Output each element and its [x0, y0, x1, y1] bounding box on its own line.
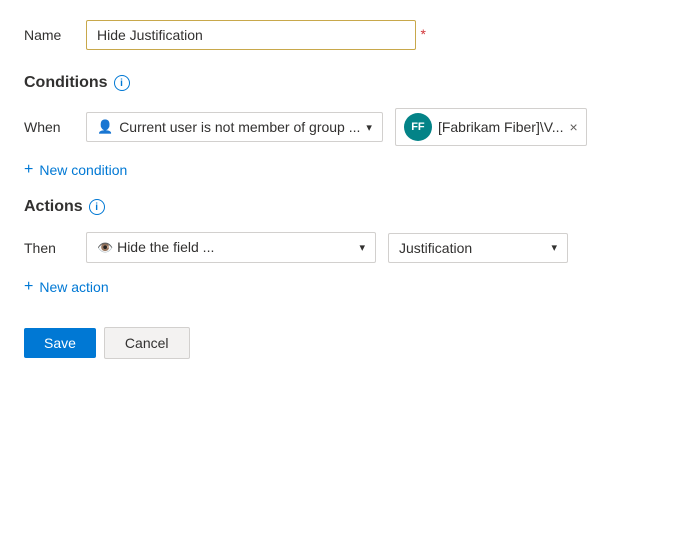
conditions-info-icon[interactable]: i: [114, 75, 130, 91]
new-action-plus-icon: +: [24, 279, 33, 295]
name-label: Name: [24, 27, 74, 43]
when-row: When 👤 Current user is not member of gro…: [24, 108, 676, 146]
condition-dropdown[interactable]: 👤 Current user is not member of group ..…: [86, 112, 383, 142]
group-badge-close-icon[interactable]: ×: [569, 119, 577, 135]
new-action-row[interactable]: + New action: [24, 279, 676, 295]
action-dropdown[interactable]: 👁️ Hide the field ... ▾: [86, 232, 376, 263]
then-row: Then 👁️ Hide the field ... ▾ Justificati…: [24, 232, 676, 263]
condition-dropdown-left: 👤 Current user is not member of group ..…: [97, 119, 360, 135]
new-condition-row[interactable]: + New condition: [24, 162, 676, 178]
justification-chevron-icon: ▾: [551, 241, 557, 254]
action-dropdown-text: Hide the field ...: [117, 239, 214, 255]
conditions-section: Conditions i When 👤 Current user is not …: [24, 74, 676, 178]
condition-dropdown-text: Current user is not member of group ...: [119, 119, 360, 135]
group-badge: FF [Fabrikam Fiber]\V... ×: [395, 108, 587, 146]
actions-title: Actions: [24, 198, 83, 216]
new-condition-plus-icon: +: [24, 162, 33, 178]
justification-dropdown-text: Justification: [399, 240, 472, 256]
actions-section: Actions i Then 👁️ Hide the field ... ▾ J…: [24, 198, 676, 295]
actions-info-icon[interactable]: i: [89, 199, 105, 215]
name-input[interactable]: [86, 20, 416, 50]
then-label: Then: [24, 240, 74, 256]
person-icon: 👤: [97, 119, 113, 135]
conditions-header: Conditions i: [24, 74, 676, 92]
name-input-wrapper: *: [86, 20, 416, 50]
buttons-row: Save Cancel: [24, 327, 676, 359]
when-label: When: [24, 119, 74, 135]
group-badge-text: [Fabrikam Fiber]\V...: [438, 119, 564, 135]
conditions-title: Conditions: [24, 74, 108, 92]
action-chevron-icon: ▾: [359, 241, 365, 254]
save-button[interactable]: Save: [24, 328, 96, 358]
actions-header: Actions i: [24, 198, 676, 216]
group-avatar: FF: [404, 113, 432, 141]
required-marker: *: [421, 26, 426, 42]
name-row: Name *: [24, 20, 676, 50]
hide-field-icon: 👁️: [97, 240, 113, 255]
action-dropdown-left: 👁️ Hide the field ...: [97, 239, 214, 256]
new-condition-label: New condition: [39, 162, 127, 178]
cancel-button[interactable]: Cancel: [104, 327, 190, 359]
justification-dropdown[interactable]: Justification ▾: [388, 233, 568, 263]
new-action-label: New action: [39, 279, 108, 295]
condition-chevron-icon: ▾: [366, 121, 372, 134]
